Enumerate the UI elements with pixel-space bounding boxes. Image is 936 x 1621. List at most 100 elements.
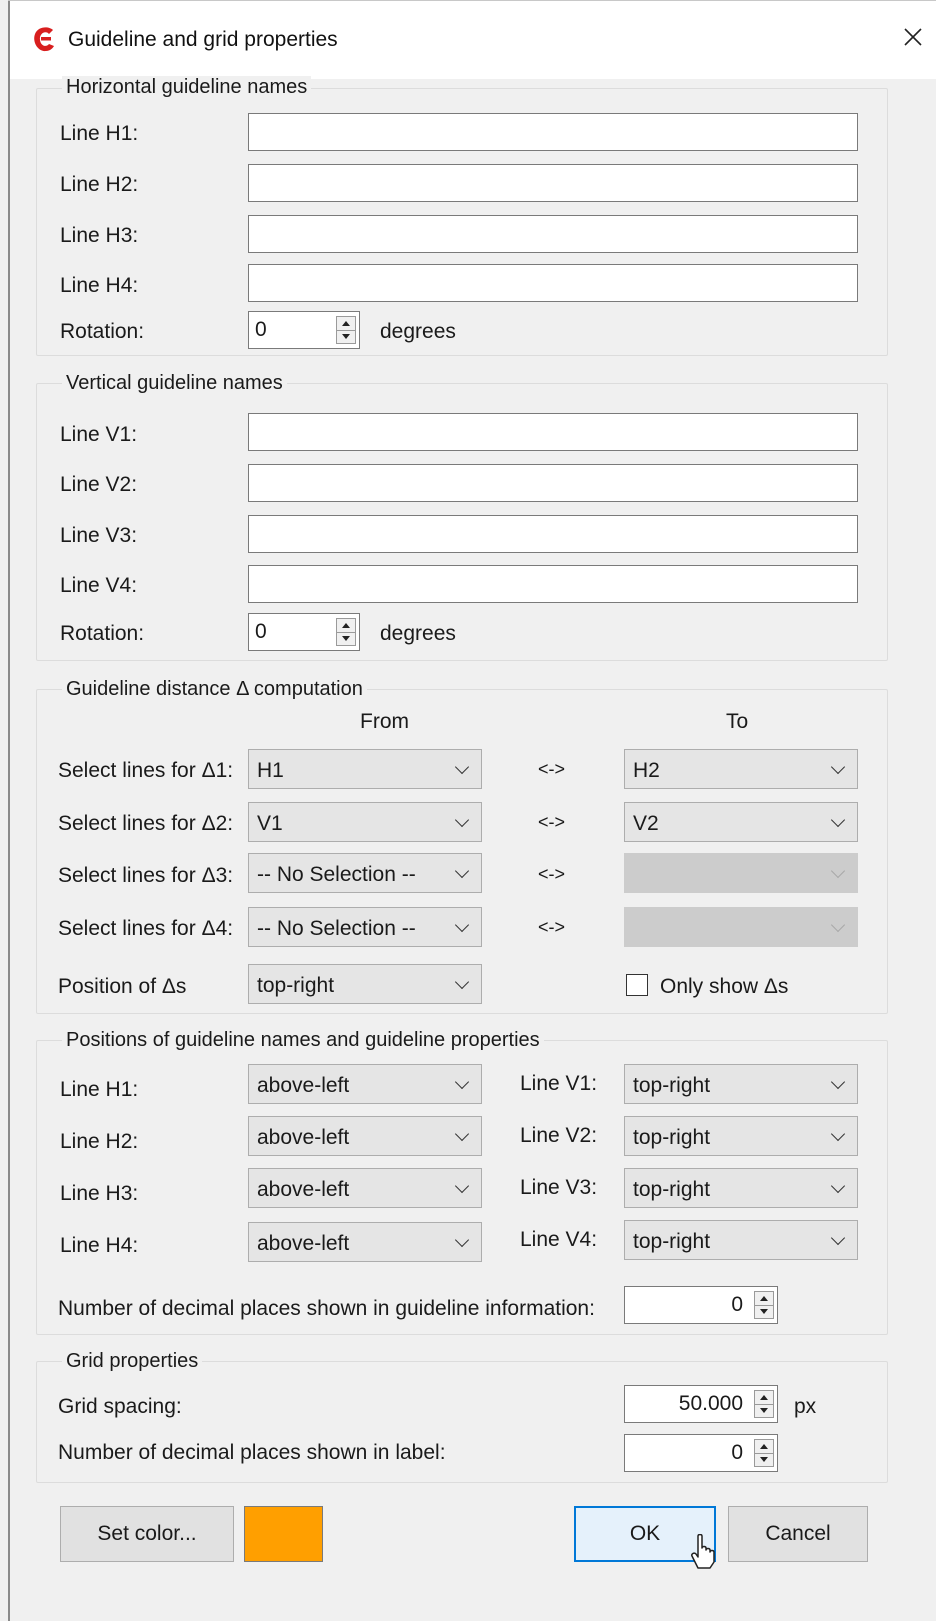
delta2-separator: <-> bbox=[538, 812, 566, 832]
pos-line-h4-label: Line H4: bbox=[60, 1234, 139, 1257]
delta3-to-select bbox=[624, 853, 858, 893]
delta3-separator: <-> bbox=[538, 864, 566, 884]
line-v3-name-input[interactable] bbox=[248, 515, 858, 553]
pos-line-h2-label: Line H2: bbox=[60, 1130, 139, 1153]
from-header: From bbox=[360, 710, 409, 733]
app-logo-icon bbox=[34, 27, 54, 52]
chevron-down-icon bbox=[454, 863, 470, 879]
grid-spacing-spinner[interactable]: 50.000 bbox=[624, 1385, 778, 1423]
line-h3-label: Line H3: bbox=[60, 224, 139, 247]
delta1-from-select[interactable]: H1 bbox=[248, 749, 482, 789]
pos-line-h1-select[interactable]: above-left bbox=[248, 1064, 482, 1104]
chevron-down-icon bbox=[830, 1074, 846, 1090]
pos-line-h3-select[interactable]: above-left bbox=[248, 1168, 482, 1208]
vertical-rotation-spinner[interactable]: 0 bbox=[248, 613, 360, 651]
delta2-label: Select lines for Δ2: bbox=[58, 812, 234, 835]
line-v1-label: Line V1: bbox=[60, 423, 138, 446]
chevron-down-icon bbox=[454, 974, 470, 990]
delta2-from-select[interactable]: V1 bbox=[248, 802, 482, 842]
line-h3-name-input[interactable] bbox=[248, 215, 858, 253]
vertical-rotation-label: Rotation: bbox=[60, 622, 145, 645]
pos-line-v3-select[interactable]: top-right bbox=[624, 1168, 858, 1208]
chevron-down-icon bbox=[454, 759, 470, 775]
chevron-down-icon bbox=[454, 1074, 470, 1090]
grid-decimals-label: Number of decimal places shown in label: bbox=[58, 1441, 446, 1464]
pos-line-v4-label: Line V4: bbox=[520, 1228, 598, 1251]
spinner-arrows-icon[interactable] bbox=[754, 1390, 774, 1418]
horizontal-rotation-label: Rotation: bbox=[60, 320, 145, 343]
delta3-label: Select lines for Δ3: bbox=[58, 864, 234, 887]
delta4-separator: <-> bbox=[538, 917, 566, 937]
spinner-arrows-icon[interactable] bbox=[754, 1291, 774, 1319]
color-swatch[interactable] bbox=[244, 1506, 323, 1562]
delta4-from-select[interactable]: -- No Selection -- bbox=[248, 907, 482, 947]
pos-line-v3-label: Line V3: bbox=[520, 1176, 598, 1199]
window-title: Guideline and grid properties bbox=[68, 28, 338, 51]
line-h4-name-input[interactable] bbox=[248, 264, 858, 302]
line-h2-name-input[interactable] bbox=[248, 164, 858, 202]
spinner-arrows-icon[interactable] bbox=[336, 618, 356, 646]
line-v3-label: Line V3: bbox=[60, 524, 138, 547]
horizontal-rotation-unit: degrees bbox=[380, 320, 456, 343]
delta4-label: Select lines for Δ4: bbox=[58, 917, 234, 940]
chevron-down-icon bbox=[454, 1178, 470, 1194]
pos-line-v1-label: Line V1: bbox=[520, 1072, 598, 1095]
chevron-down-icon bbox=[454, 1126, 470, 1142]
chevron-down-icon bbox=[454, 812, 470, 828]
spinner-arrows-icon[interactable] bbox=[336, 316, 356, 344]
line-v2-label: Line V2: bbox=[60, 473, 138, 496]
pos-line-v1-select[interactable]: top-right bbox=[624, 1064, 858, 1104]
cancel-button[interactable]: Cancel bbox=[728, 1506, 868, 1562]
guideline-decimals-value: 0 bbox=[731, 1293, 743, 1316]
vertical-rotation-unit: degrees bbox=[380, 622, 456, 645]
grid-spacing-label: Grid spacing: bbox=[58, 1395, 182, 1418]
line-h2-label: Line H2: bbox=[60, 173, 139, 196]
pos-line-h4-select[interactable]: above-left bbox=[248, 1222, 482, 1262]
delta1-to-select[interactable]: H2 bbox=[624, 749, 858, 789]
only-show-deltas-checkbox[interactable] bbox=[626, 974, 648, 996]
chevron-down-icon bbox=[454, 917, 470, 933]
horizontal-names-legend: Horizontal guideline names bbox=[62, 76, 312, 99]
position-deltas-label: Position of Δs bbox=[58, 975, 187, 998]
pos-line-v4-select[interactable]: top-right bbox=[624, 1220, 858, 1260]
guideline-decimals-label: Number of decimal places shown in guidel… bbox=[58, 1297, 595, 1320]
distance-legend: Guideline distance Δ computation bbox=[62, 678, 367, 701]
pos-line-h3-label: Line H3: bbox=[60, 1182, 139, 1205]
delta2-to-select[interactable]: V2 bbox=[624, 802, 858, 842]
line-v2-name-input[interactable] bbox=[248, 464, 858, 502]
chevron-down-icon bbox=[830, 812, 846, 828]
line-h1-label: Line H1: bbox=[60, 122, 139, 145]
delta1-separator: <-> bbox=[538, 759, 566, 779]
spinner-arrows-icon[interactable] bbox=[754, 1439, 774, 1467]
grid-legend: Grid properties bbox=[62, 1350, 203, 1373]
vertical-rotation-value: 0 bbox=[255, 620, 267, 643]
horizontal-rotation-value: 0 bbox=[255, 318, 267, 341]
chevron-down-icon bbox=[830, 1230, 846, 1246]
close-icon[interactable] bbox=[898, 22, 928, 52]
pos-line-h2-select[interactable]: above-left bbox=[248, 1116, 482, 1156]
line-h1-name-input[interactable] bbox=[248, 113, 858, 151]
chevron-down-icon bbox=[830, 863, 846, 879]
guideline-decimals-spinner[interactable]: 0 bbox=[624, 1286, 778, 1324]
delta4-to-select bbox=[624, 907, 858, 947]
pos-line-h1-label: Line H1: bbox=[60, 1078, 139, 1101]
grid-spacing-unit: px bbox=[794, 1395, 817, 1418]
line-v4-name-input[interactable] bbox=[248, 565, 858, 603]
positions-legend: Positions of guideline names and guideli… bbox=[62, 1029, 544, 1052]
grid-decimals-spinner[interactable]: 0 bbox=[624, 1434, 778, 1472]
grid-decimals-value: 0 bbox=[731, 1441, 743, 1464]
to-header: To bbox=[726, 710, 749, 733]
vertical-names-legend: Vertical guideline names bbox=[62, 372, 287, 395]
delta3-from-select[interactable]: -- No Selection -- bbox=[248, 853, 482, 893]
line-v4-label: Line V4: bbox=[60, 574, 138, 597]
set-color-button[interactable]: Set color... bbox=[60, 1506, 234, 1562]
chevron-down-icon bbox=[830, 917, 846, 933]
position-deltas-select[interactable]: top-right bbox=[248, 964, 482, 1004]
horizontal-rotation-spinner[interactable]: 0 bbox=[248, 311, 360, 349]
line-v1-name-input[interactable] bbox=[248, 413, 858, 451]
chevron-down-icon bbox=[830, 759, 846, 775]
line-h4-label: Line H4: bbox=[60, 274, 139, 297]
grid-spacing-value: 50.000 bbox=[678, 1392, 743, 1415]
delta1-label: Select lines for Δ1: bbox=[58, 759, 234, 782]
pos-line-v2-select[interactable]: top-right bbox=[624, 1116, 858, 1156]
